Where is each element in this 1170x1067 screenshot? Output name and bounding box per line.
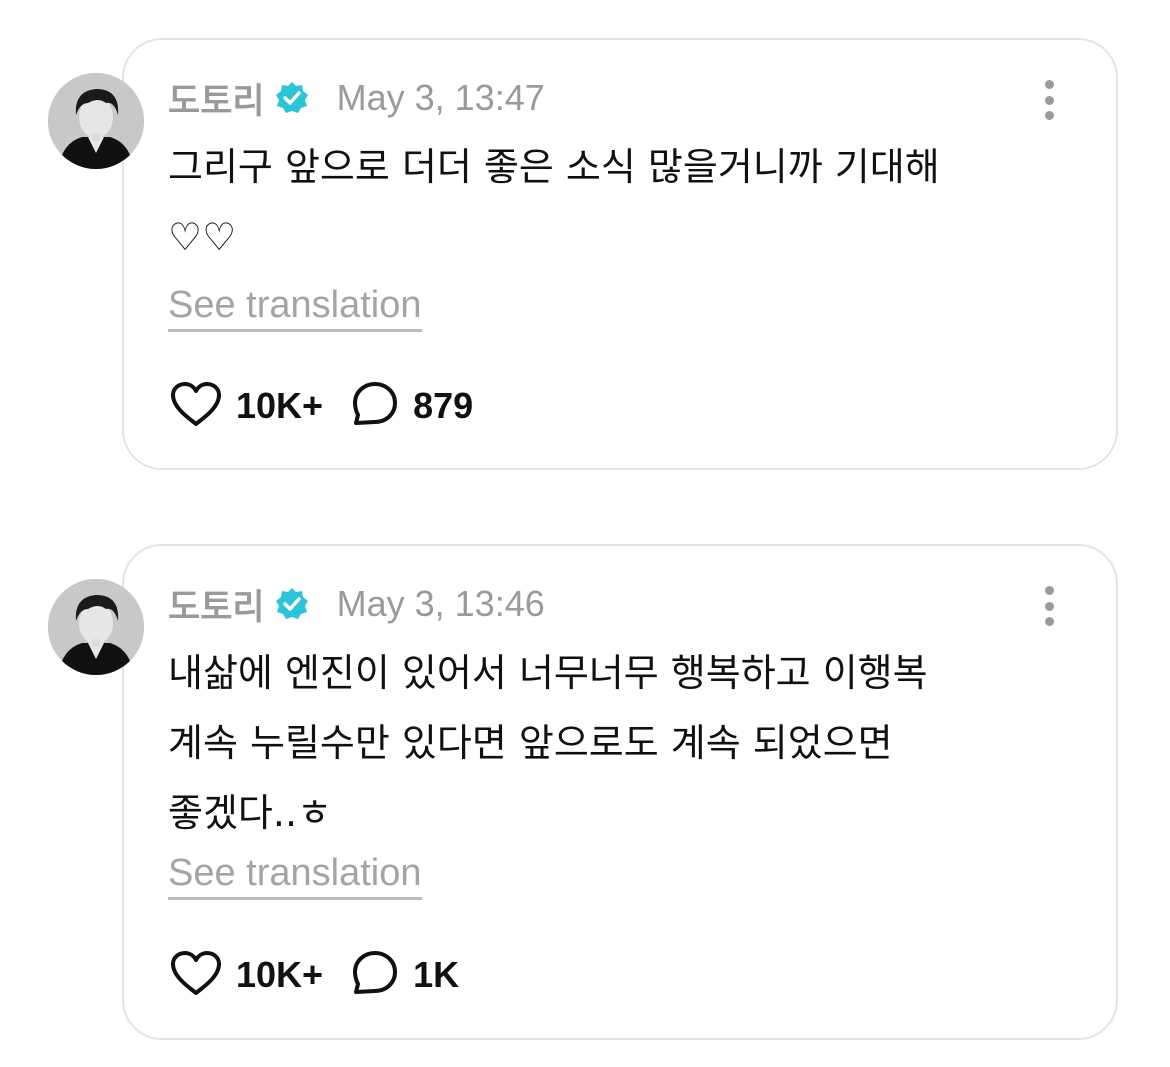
see-translation-link[interactable]: See translation <box>168 284 422 332</box>
like-count: 10K+ <box>236 954 324 995</box>
speech-bubble-icon <box>351 381 399 431</box>
heart-icon <box>170 950 222 1000</box>
comment-button[interactable]: 1K <box>351 950 459 1000</box>
see-translation-link[interactable]: See translation <box>168 852 422 900</box>
post-header: 도토리 May 3, 13:46 <box>168 576 545 632</box>
post-actions: 10K+ 1K <box>170 950 459 1000</box>
like-count: 10K+ <box>236 385 324 426</box>
verified-badge-icon <box>275 587 309 621</box>
like-button[interactable]: 10K+ <box>170 381 323 431</box>
username[interactable]: 도토리 <box>168 579 265 630</box>
avatar[interactable] <box>48 579 144 675</box>
timestamp: May 3, 13:46 <box>336 583 545 624</box>
username[interactable]: 도토리 <box>168 73 265 124</box>
heart-icon <box>170 381 222 431</box>
timestamp: May 3, 13:47 <box>336 77 545 118</box>
comment-button[interactable]: 879 <box>351 381 473 431</box>
post-body: 내삶에 엔진이 있어서 너무너무 행복하고 이행복 계속 누릴수만 있다면 앞으… <box>168 651 928 835</box>
like-button[interactable]: 10K+ <box>170 950 323 1000</box>
post-actions: 10K+ 879 <box>170 381 473 431</box>
avatar[interactable] <box>48 73 144 169</box>
verified-badge-icon <box>275 81 309 115</box>
speech-bubble-icon <box>351 950 399 1000</box>
more-options-icon[interactable] <box>1034 586 1064 626</box>
comment-count: 879 <box>413 385 474 426</box>
more-options-icon[interactable] <box>1034 80 1064 120</box>
post-body: 그리구 앞으로 더더 좋은 소식 많을거니까 기대해 ♡♡ <box>168 145 940 259</box>
post-header: 도토리 May 3, 13:47 <box>168 70 545 126</box>
comment-count: 1K <box>413 954 460 995</box>
